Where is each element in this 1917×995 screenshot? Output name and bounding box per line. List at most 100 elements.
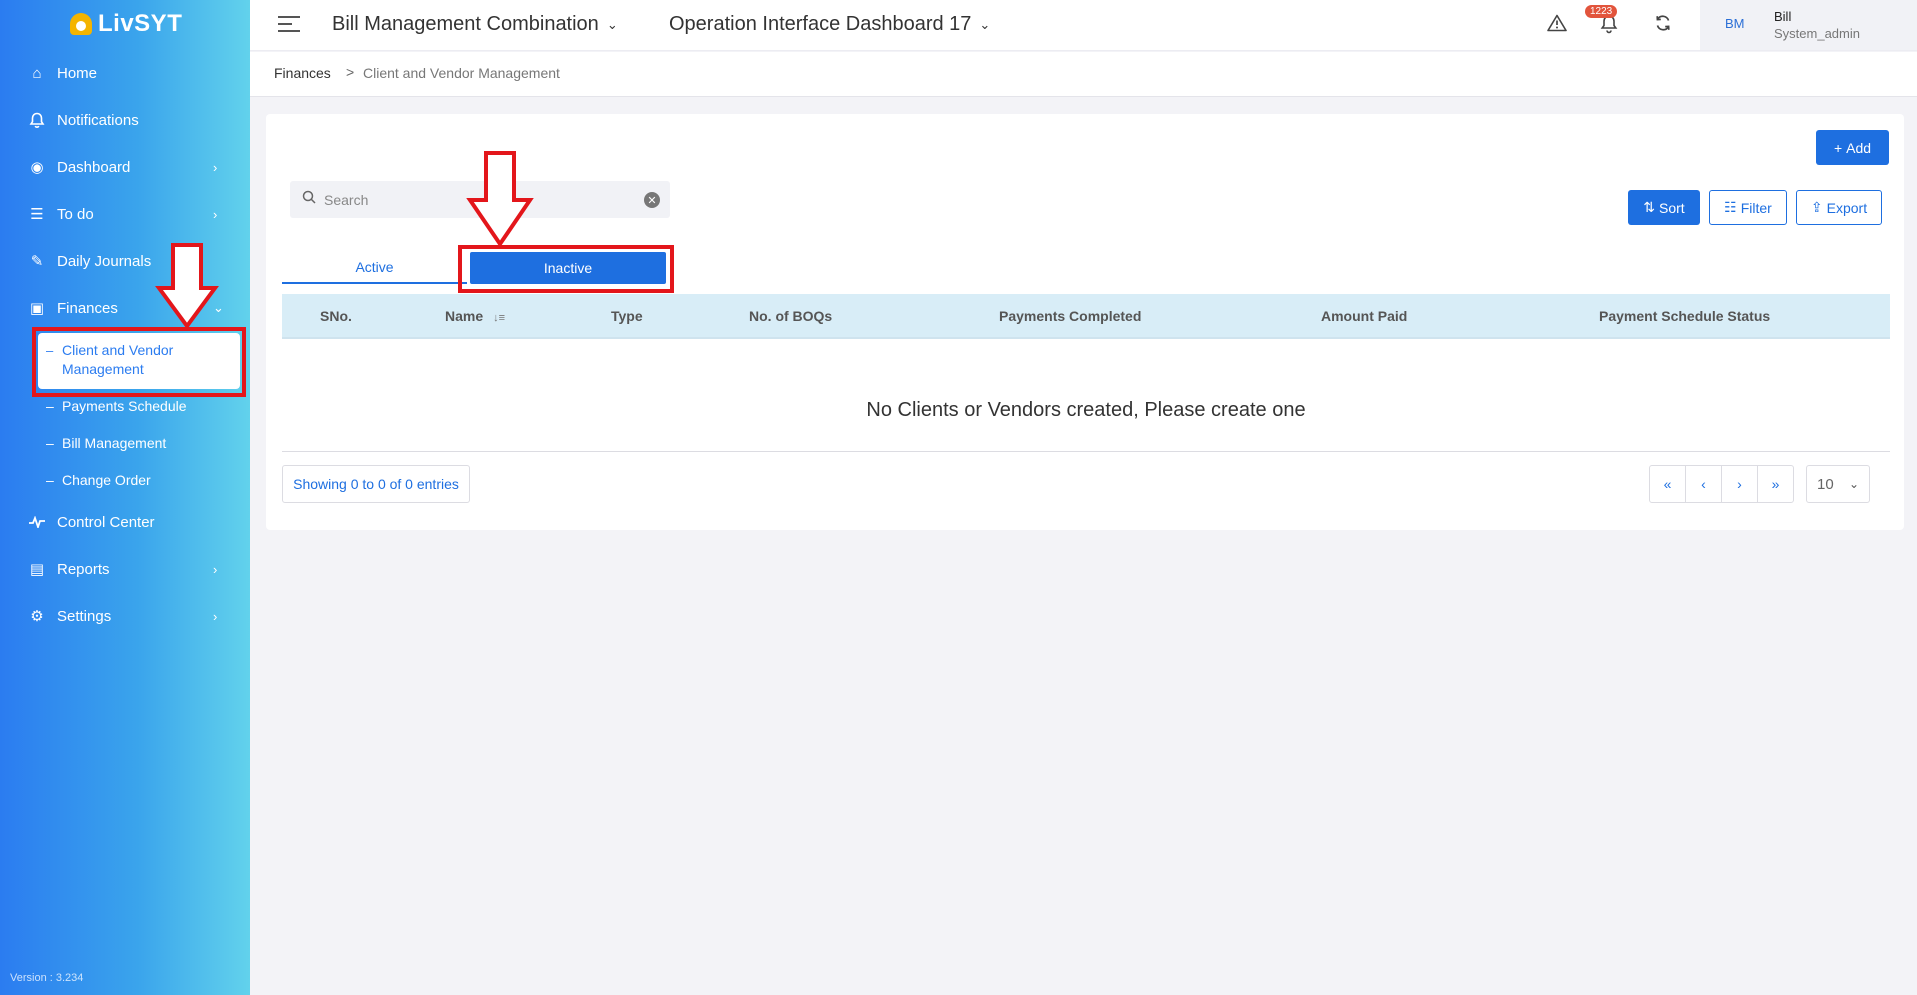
sidebar-item-todo[interactable]: ☰ To do › [0,194,250,234]
user-role: System_admin [1774,26,1860,41]
sidebar-item-reports[interactable]: ▤ Reports › [0,549,250,589]
export-icon: ⇪ [1810,199,1823,215]
helmet-logo-icon [70,13,92,35]
sidebar-item-label: Settings [57,607,112,625]
dash-marker: – [46,435,54,451]
pencil-icon: ✎ [30,253,44,270]
clear-search-icon[interactable]: ✕ [644,192,660,208]
home-icon: ⌂ [32,64,42,82]
add-button[interactable]: + Add [1816,130,1889,165]
table-divider [282,451,1890,452]
column-payment-schedule-status: Payment Schedule Status [1599,308,1771,324]
sidebar-item-label: To do [57,205,94,223]
chevron-right-icon: › [213,206,218,222]
sidebar-subitem-label: Payments Schedule [62,398,187,414]
sidebar-item-label: Control Center [57,513,155,531]
plus-icon: + [1833,139,1843,156]
sidebar-item-settings[interactable]: ⚙ Settings › [0,596,250,636]
dashboard-name: Operation Interface Dashboard 17 [669,13,972,35]
column-name-label: Name [445,308,484,324]
export-button-label: Export [1826,199,1868,216]
sort-desc-icon: ↓≡ [493,312,506,324]
chevron-down-icon: ⌄ [606,16,618,32]
report-icon: ▤ [29,561,45,578]
sidebar: LivSYT ⌂ Home Notifications ◉ Dashboard … [0,0,250,995]
chevron-right-icon: › [213,159,218,175]
last-page-button[interactable]: » [1757,465,1794,503]
sidebar-subitem-label: Bill Management [62,435,167,451]
first-page-button[interactable]: « [1649,465,1686,503]
annotation-highlight-box [32,327,246,397]
sidebar-item-home[interactable]: ⌂ Home [0,53,250,93]
page-size-select[interactable]: 10 ⌄ [1806,465,1870,503]
sidebar-item-notifications[interactable]: Notifications [0,100,250,140]
chevron-down-icon: ⌄ [1849,477,1860,491]
gauge-icon: ◉ [30,159,44,176]
search-icon [302,190,316,207]
sidebar-item-label: Dashboard [57,158,131,176]
notification-count-badge: 1223 [1585,5,1618,18]
filter-button[interactable]: ☷ Filter [1709,190,1787,225]
sidebar-item-label: Daily Journals [57,252,152,270]
refresh-icon[interactable] [1654,14,1672,38]
sidebar-item-label: Finances [57,299,118,317]
avatar: BM [1725,16,1745,31]
logo-text: LivSYT [98,10,183,37]
sort-icon: ⇅ [1643,199,1656,215]
money-icon: ▣ [29,300,45,317]
sidebar-item-label: Notifications [57,111,139,129]
column-sno: SNo. [320,308,352,324]
table-header: SNo. Name ↓≡ Type No. of BOQs Payments Co… [282,294,1890,339]
column-amount-paid: Amount Paid [1321,308,1408,324]
dash-marker: – [46,472,54,488]
warning-icon[interactable] [1547,14,1567,38]
sort-button-label: Sort [1659,199,1685,216]
sidebar-subitem-change-order[interactable]: – Change Order [46,472,151,488]
annotation-arrow-down [466,151,534,248]
sidebar-subitem-label: Change Order [62,472,151,488]
tab-active[interactable]: Active [282,252,467,284]
version-label: Version : 3.234 [10,972,84,984]
filter-button-label: Filter [1740,199,1772,216]
chevron-down-icon: ⌄ [979,16,991,32]
list-icon: ☰ [30,206,44,223]
gear-icon: ⚙ [30,608,44,625]
empty-table-message: No Clients or Vendors created, Please cr… [866,399,1306,421]
user-name: Bill [1774,9,1792,24]
next-page-button[interactable]: › [1721,465,1758,503]
bell-icon [28,111,46,129]
export-button[interactable]: ⇪ Export [1796,190,1882,225]
column-name[interactable]: Name ↓≡ [445,308,505,324]
dash-marker: – [46,398,54,414]
user-menu[interactable]: BM Bill System_admin [1700,0,1917,50]
breadcrumb-separator: > [346,64,355,80]
add-button-label: Add [1846,139,1872,156]
menu-toggle-icon[interactable] [278,16,300,37]
column-boqs: No. of BOQs [749,308,833,324]
top-header: Bill Management Combination ⌄ Operation … [250,0,1917,51]
breadcrumb: Finances > Client and Vendor Management [250,52,1917,97]
breadcrumb-finances[interactable]: Finances [274,65,331,81]
filter-icon: ☷ [1724,199,1737,215]
entries-info: Showing 0 to 0 of 0 entries [282,465,470,503]
chevron-right-icon: › [213,608,218,624]
page-size-value: 10 [1817,475,1834,493]
sidebar-item-label: Reports [57,560,110,578]
sidebar-item-dashboard[interactable]: ◉ Dashboard › [0,147,250,187]
app-logo[interactable]: LivSYT [70,10,182,38]
column-payments-completed: Payments Completed [999,308,1142,324]
sidebar-subitem-payments-schedule[interactable]: – Payments Schedule [46,398,187,414]
pagination: « ‹ › » [1649,465,1794,503]
sort-button[interactable]: ⇅ Sort [1628,190,1700,225]
prev-page-button[interactable]: ‹ [1685,465,1722,503]
dashboard-selector[interactable]: Operation Interface Dashboard 17 ⌄ [669,13,990,36]
sidebar-subitem-bill-management[interactable]: – Bill Management [46,435,166,451]
sidebar-item-control-center[interactable]: Control Center [0,502,250,542]
chevron-right-icon: › [213,561,218,577]
column-type: Type [611,308,643,324]
project-selector[interactable]: Bill Management Combination ⌄ [332,13,618,36]
annotation-arrow-down [155,243,219,330]
project-name: Bill Management Combination [332,13,599,35]
breadcrumb-current: Client and Vendor Management [363,65,560,81]
sidebar-item-label: Home [57,64,98,82]
